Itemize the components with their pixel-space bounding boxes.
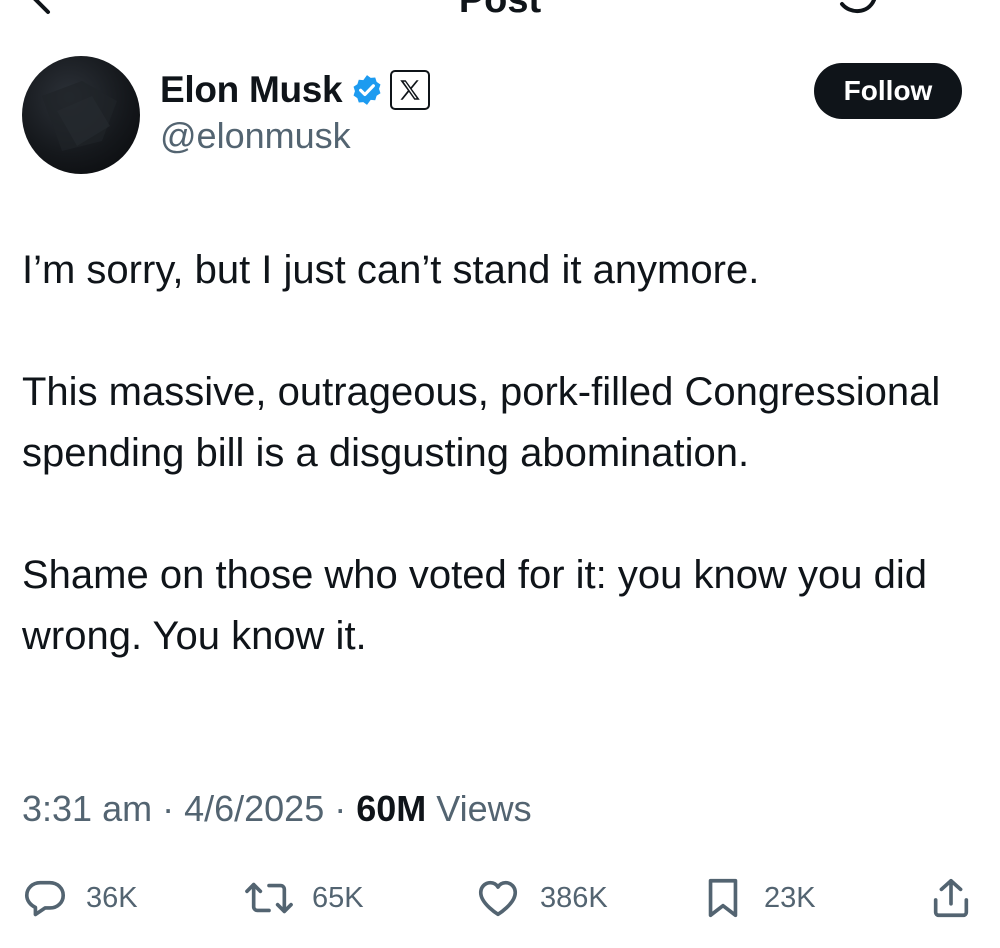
bookmark-icon bbox=[700, 874, 746, 922]
follow-button[interactable]: Follow bbox=[814, 63, 962, 119]
tweet-text: I’m sorry, but I just can’t stand it any… bbox=[22, 240, 982, 667]
separator: · bbox=[162, 788, 175, 829]
timestamp-date[interactable]: 4/6/2025 bbox=[184, 788, 324, 829]
like-count: 386K bbox=[540, 881, 608, 914]
handle[interactable]: @elonmusk bbox=[160, 114, 430, 158]
reply-icon bbox=[22, 875, 68, 921]
action-bar: 36K 65K 386K 23K bbox=[0, 868, 1000, 928]
share-icon bbox=[928, 874, 974, 922]
views-label: Views bbox=[436, 788, 532, 829]
verified-badge-icon[interactable] bbox=[350, 73, 384, 107]
tweet-paragraph: This massive, outrageous, pork-filled Co… bbox=[22, 370, 941, 475]
repost-button[interactable]: 65K bbox=[244, 868, 364, 928]
separator: · bbox=[334, 788, 347, 829]
avatar[interactable] bbox=[22, 56, 140, 174]
timestamp-time[interactable]: 3:31 am bbox=[22, 788, 152, 829]
x-logo-icon[interactable] bbox=[390, 70, 431, 110]
reply-button[interactable]: 36K bbox=[22, 868, 138, 928]
like-button[interactable]: 386K bbox=[474, 868, 608, 928]
tweet-meta: 3:31 am · 4/6/2025 · 60M Views bbox=[22, 784, 532, 834]
views-count: 60M bbox=[356, 788, 427, 829]
reply-count: 36K bbox=[86, 881, 138, 914]
share-button[interactable] bbox=[928, 868, 974, 928]
like-icon bbox=[474, 875, 522, 921]
bookmark-count: 23K bbox=[764, 881, 816, 914]
display-name[interactable]: Elon Musk bbox=[160, 64, 343, 116]
bookmark-button[interactable]: 23K bbox=[700, 868, 816, 928]
tweet-paragraph: Shame on those who voted for it: you kno… bbox=[22, 553, 927, 658]
author-info: Elon Musk @elonmusk bbox=[160, 64, 431, 158]
repost-icon bbox=[244, 875, 294, 921]
top-bar: Post bbox=[0, 0, 1000, 40]
grok-icon[interactable] bbox=[836, 0, 880, 23]
tweet-paragraph: I’m sorry, but I just can’t stand it any… bbox=[22, 248, 760, 292]
repost-count: 65K bbox=[312, 881, 364, 914]
